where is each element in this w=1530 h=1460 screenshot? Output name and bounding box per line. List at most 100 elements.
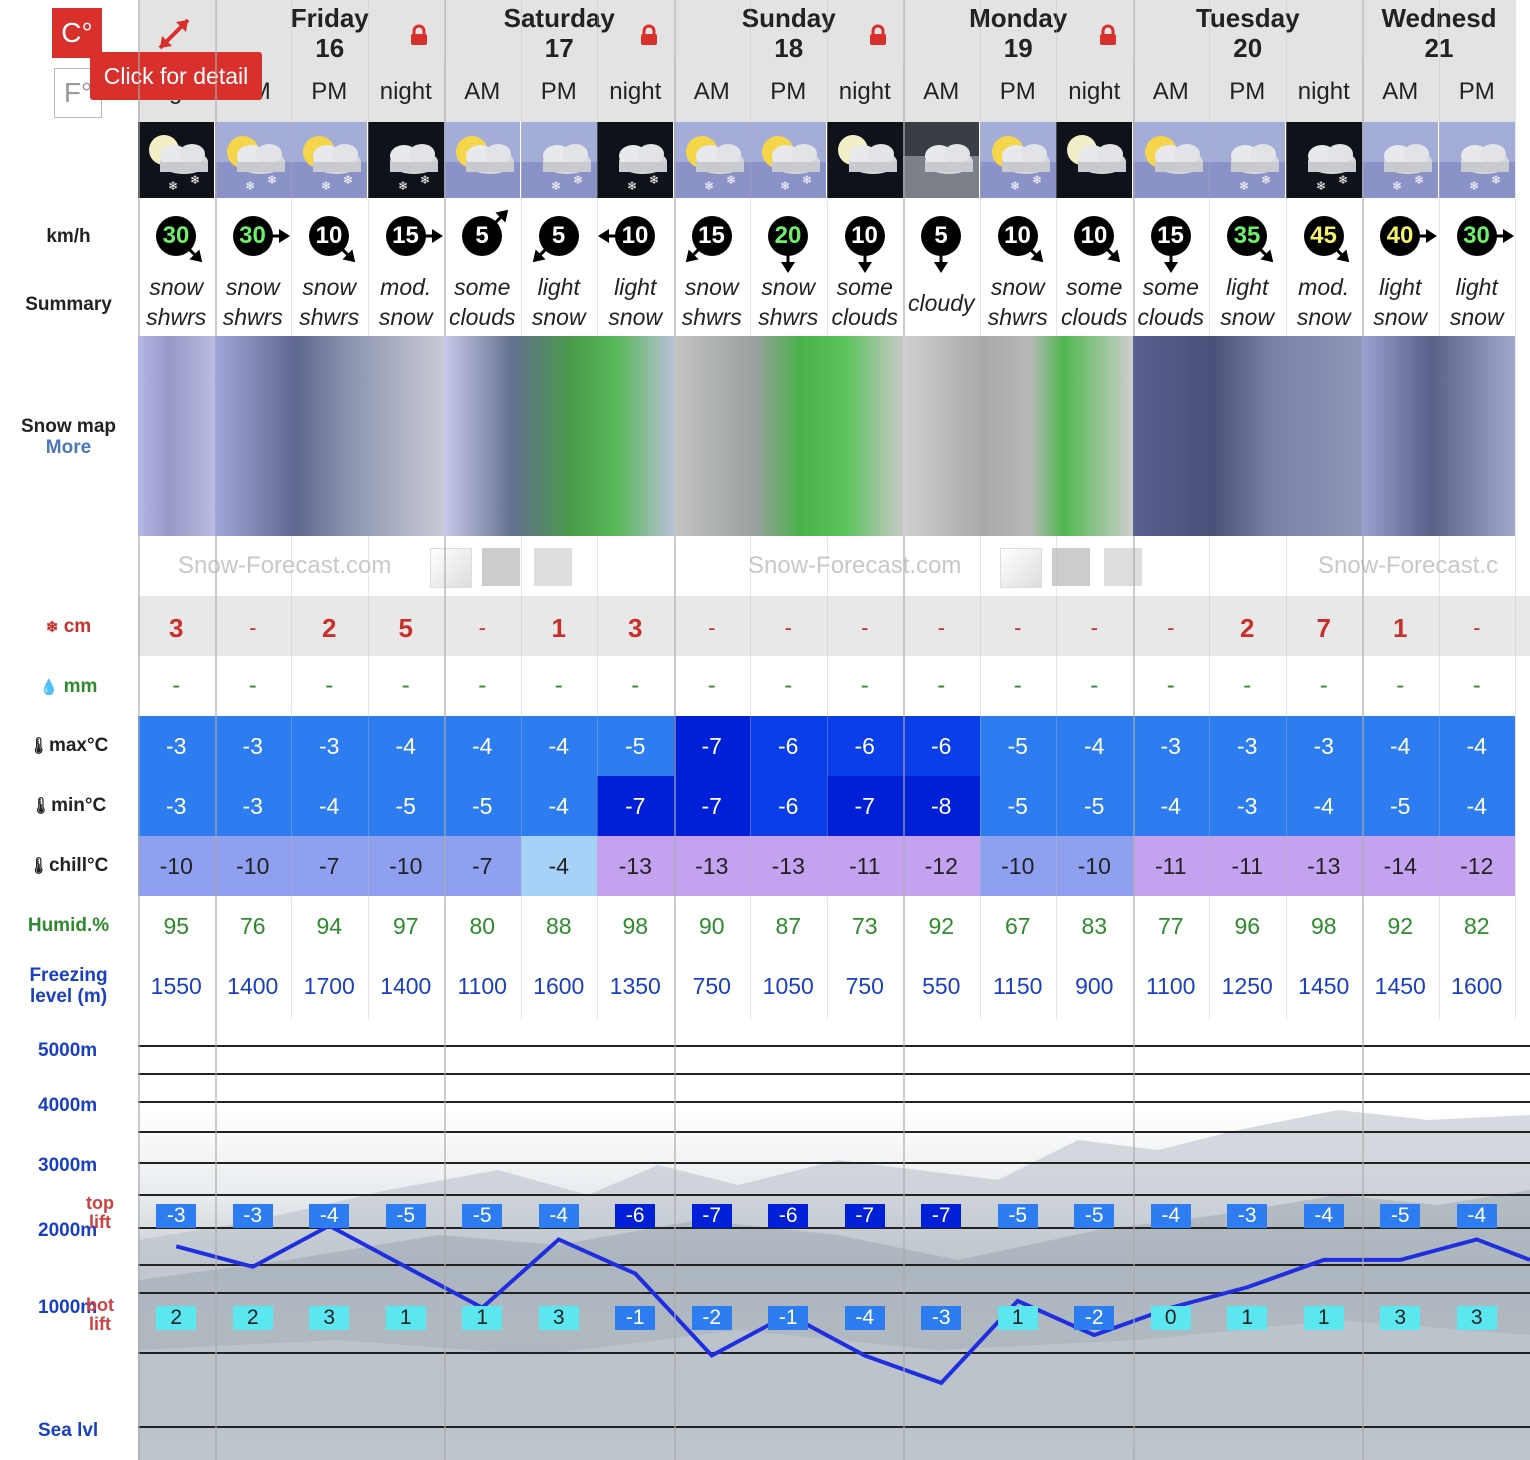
top-lift-temp: -6 [615, 1204, 656, 1228]
summary-line-1: light [1379, 274, 1422, 300]
summary-text: snow shwrs [980, 272, 1057, 334]
wind-indicator: 35 [1209, 212, 1285, 272]
wind-indicator: 10 [827, 212, 903, 273]
summary-text: light snow [521, 272, 598, 334]
top-lift-temp: -7 [691, 1204, 732, 1228]
summary-line-2: snow [608, 304, 663, 330]
bot-lift-temp: 2 [232, 1306, 273, 1330]
top-lift-temp: -5 [1380, 1204, 1421, 1228]
summary-text: some clouds [827, 272, 904, 334]
bot-lift-temp: 1 [997, 1306, 1038, 1330]
snow-map-image[interactable] [673, 336, 903, 536]
wind-speed: 5 [538, 216, 579, 256]
wind-indicator: 5 [444, 209, 520, 272]
wind-speed: 45 [1303, 216, 1344, 256]
summary-line-2: snow [1296, 304, 1351, 330]
wind-speed: 15 [1150, 216, 1191, 256]
bot-lift-temp: 3 [538, 1306, 579, 1330]
top-lift-temp: -4 [1150, 1204, 1191, 1228]
wind-indicator: 10 [291, 212, 367, 272]
summary-line-2: snow [1220, 304, 1275, 330]
top-lift-temp: -5 [462, 1204, 503, 1228]
wind-indicator: 5 [903, 212, 979, 273]
wind-indicator: 30 [138, 212, 214, 272]
summary-line-2: clouds [449, 304, 516, 330]
summary-line-1: some [1066, 274, 1123, 300]
bot-lift-temp: -1 [768, 1306, 809, 1330]
top-lift-temp: -7 [844, 1204, 885, 1228]
bot-lift-temp: 2 [156, 1306, 197, 1330]
bot-lift-temp: 0 [1150, 1306, 1191, 1330]
wind-speed: 30 [156, 216, 196, 256]
bot-lift-temp: 1 [462, 1306, 503, 1330]
summary-line-2: snow [1373, 304, 1428, 330]
summary-text: light snow [1439, 272, 1516, 334]
wind-indicator: 15 [1133, 212, 1209, 273]
summary-line-2: clouds [1061, 304, 1128, 330]
top-lift-temp: -3 [232, 1204, 273, 1228]
summary-line-1: mod. [380, 274, 432, 300]
wind-speed: 10 [615, 216, 655, 256]
wind-speed: 20 [768, 216, 808, 256]
wind-indicator: 15 [368, 212, 444, 272]
summary-line-2: snow [378, 304, 433, 330]
wind-speed: 40 [1380, 216, 1420, 256]
top-lift-temp: -3 [1227, 1204, 1268, 1228]
freezing-level-polyline [175, 1223, 1530, 1386]
wind-speed: 5 [921, 216, 961, 256]
bot-lift-temp: 1 [385, 1306, 426, 1330]
summary-line-1: mod. [1298, 274, 1350, 300]
summary-line-2: shwrs [222, 304, 283, 330]
wind-indicator: 10 [980, 212, 1056, 272]
bot-lift-temp: -4 [844, 1306, 885, 1330]
wind-indicator: 10 [597, 212, 673, 272]
bot-lift-temp: 3 [1456, 1306, 1497, 1330]
bot-lift-temp: -2 [1074, 1306, 1115, 1330]
top-lift-temp: -7 [921, 1204, 962, 1228]
summary-line-2: clouds [831, 304, 898, 330]
summary-line-2: shwrs [146, 304, 207, 330]
snow-map-image[interactable] [1362, 336, 1515, 536]
wind-speed: 5 [462, 216, 502, 256]
wind-indicator: 10 [1056, 212, 1132, 272]
snow-map-image[interactable] [138, 336, 215, 536]
summary-line-2: shwrs [758, 304, 819, 330]
summary-text: light snow [1209, 272, 1286, 334]
wind-speed: 35 [1227, 216, 1267, 256]
forecast-table: C° F° Friday 16 Saturday 17 Sunday 18 Monday 19… [0, 0, 1530, 1460]
summary-text: snow shwrs [291, 272, 368, 334]
snow-map-image[interactable] [444, 336, 674, 536]
summary-text: some clouds [1056, 272, 1133, 334]
wind-indicator: 30 [1439, 212, 1515, 272]
top-lift-temp: -4 [1456, 1204, 1497, 1228]
column-divider [1515, 0, 1516, 1020]
top-lift-temp: -5 [997, 1204, 1038, 1228]
wind-speed: 15 [385, 216, 426, 256]
summary-text: light snow [1362, 272, 1439, 334]
snow-map-image[interactable] [1132, 336, 1362, 536]
bot-lift-temp: 3 [309, 1306, 350, 1330]
top-lift-temp: -4 [1303, 1204, 1344, 1228]
wind-speed: 30 [232, 216, 273, 256]
summary-line-1: light [614, 274, 657, 300]
summary-text: some clouds [1133, 272, 1210, 334]
summary-line-1: cloudy [908, 290, 975, 316]
top-lift-temp: -3 [156, 1204, 197, 1228]
summary-line-1: snow [761, 274, 816, 300]
bot-lift-temp: -3 [921, 1306, 962, 1330]
wind-speed: 10 [844, 216, 885, 256]
bot-lift-temp: -2 [691, 1306, 732, 1330]
summary-line-1: snow [302, 274, 357, 300]
summary-line-1: some [454, 274, 511, 300]
summary-line-2: shwrs [681, 304, 742, 330]
snow-map-image[interactable] [903, 336, 1133, 536]
bot-lift-temp: -1 [615, 1306, 656, 1330]
snow-map-image[interactable] [214, 336, 444, 536]
summary-line-1: light [1455, 274, 1498, 300]
summary-line-1: some [1142, 274, 1199, 300]
top-lift-temp: -4 [309, 1204, 350, 1228]
summary-line-1: snow [684, 274, 739, 300]
summary-line-2: shwrs [299, 304, 360, 330]
bot-lift-temp: 1 [1303, 1306, 1344, 1330]
summary-text: mod. snow [368, 272, 445, 334]
